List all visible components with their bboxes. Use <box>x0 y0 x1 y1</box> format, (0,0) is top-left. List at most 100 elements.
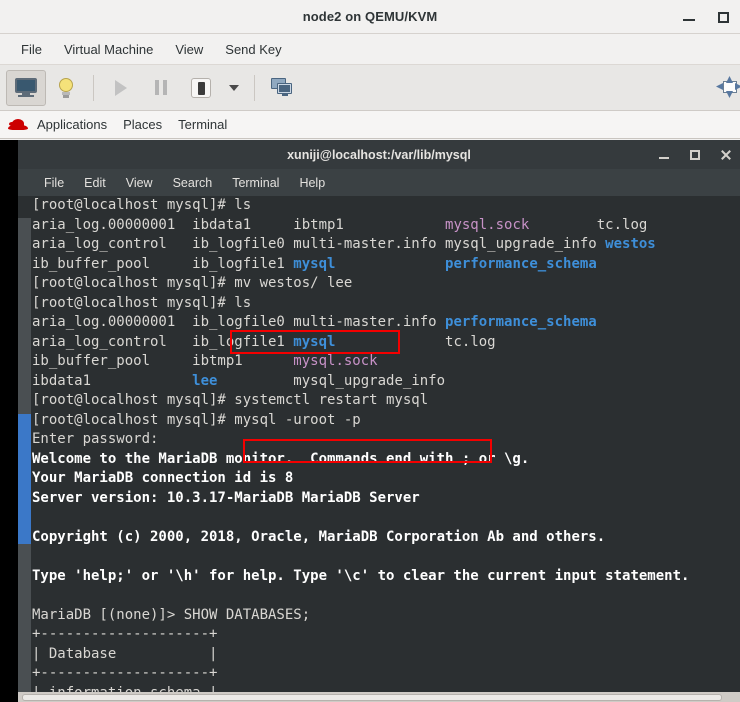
terminal-maximize-button[interactable] <box>687 147 703 163</box>
terminal-menu-terminal[interactable]: Terminal <box>222 173 289 193</box>
terminal-line: [root@localhost mysql]# mysql -uroot -p <box>32 411 740 431</box>
terminal-line: | information_schema | <box>32 684 740 693</box>
terminal-line: Your MariaDB connection id is 8 <box>32 469 740 489</box>
terminal-window-title: xuniji@localhost:/var/lib/mysql <box>287 147 471 162</box>
vm-menu-send-key[interactable]: Send Key <box>214 38 292 61</box>
toolbar-shutdown-button[interactable] <box>181 70 221 106</box>
toolbar-show-console-button[interactable] <box>6 69 46 106</box>
terminal-text-segment: tc.log <box>529 216 648 233</box>
terminal-line: Type 'help;' or '\h' for help. Type '\c'… <box>32 567 740 587</box>
gnome-terminal-window: xuniji@localhost:/var/lib/mysql File Edi… <box>18 140 740 692</box>
terminal-text-segment: westos <box>605 236 656 252</box>
panel-item-applications[interactable]: Applications <box>33 114 119 135</box>
terminal-line: MariaDB [(none)]> SHOW DATABASES; <box>32 606 740 626</box>
terminal-line: aria_log_control ib_logfile0 multi-maste… <box>32 235 740 255</box>
lightbulb-icon <box>58 77 74 98</box>
terminal-text-segment: [root@localhost mysql]# systemctl restar… <box>32 392 429 408</box>
terminal-horizontal-scrollbar[interactable] <box>18 692 740 702</box>
terminal-text-segment: Your MariaDB connection id is 8 <box>32 470 294 486</box>
toolbar-shutdown-menu-button[interactable] <box>221 70 247 106</box>
terminal-text-segment: aria_log_control ib_logfile1 <box>32 333 294 350</box>
terminal-menu-search[interactable]: Search <box>163 173 223 193</box>
terminal-text-segment: ibdata1 <box>32 372 193 389</box>
terminal-close-button[interactable] <box>718 147 734 163</box>
chevron-down-icon <box>229 84 239 91</box>
terminal-line: aria_log.00000001 ib_logfile0 multi-mast… <box>32 313 740 333</box>
vm-toolbar <box>0 65 740 111</box>
screenshot-root: node2 on QEMU/KVM File Virtual Machine V… <box>0 0 740 702</box>
toolbar-separator-2 <box>254 74 255 101</box>
terminal-line: ibdata1 lee mysql_upgrade_info <box>32 372 740 392</box>
terminal-line: aria_log_control ib_logfile1 mysql tc.lo… <box>32 333 740 353</box>
monitor-icon <box>15 78 37 97</box>
terminal-scrollbar[interactable] <box>18 196 31 692</box>
terminal-line: ib_buffer_pool ibtmp1 mysql.sock <box>32 352 740 372</box>
minimize-icon <box>683 18 695 21</box>
play-icon <box>113 79 129 96</box>
vm-menu-view[interactable]: View <box>164 38 214 61</box>
vm-minimize-button[interactable] <box>680 8 698 26</box>
terminal-text-segment: [root@localhost mysql]# ls <box>32 197 252 213</box>
gnome-top-panel: Applications Places Terminal <box>0 111 740 139</box>
horizontal-scrollbar-thumb[interactable] <box>22 694 722 701</box>
toolbar-snapshots-button[interactable] <box>262 70 302 106</box>
terminal-output-text: [root@localhost mysql]# ls aria_log.00000… <box>32 196 740 692</box>
terminal-text-segment: | Database | <box>32 645 218 662</box>
toolbar-show-details-button[interactable] <box>46 70 86 106</box>
terminal-titlebar: xuniji@localhost:/var/lib/mysql <box>18 140 740 169</box>
vm-menu-file[interactable]: File <box>10 38 53 61</box>
vm-menubar: File Virtual Machine View Send Key <box>0 34 740 65</box>
terminal-menu-help[interactable]: Help <box>289 173 335 193</box>
dual-monitor-icon <box>271 78 293 97</box>
toolbar-fullscreen-button[interactable] <box>716 76 740 100</box>
terminal-line: [root@localhost mysql]# systemctl restar… <box>32 391 740 411</box>
terminal-line: [root@localhost mysql]# mv westos/ lee <box>32 274 740 294</box>
terminal-text-segment: performance_schema <box>445 314 597 330</box>
terminal-text-segment: Type 'help;' or '\h' for help. Type '\c'… <box>32 567 690 584</box>
terminal-line: Copyright (c) 2000, 2018, Oracle, MariaD… <box>32 528 740 548</box>
terminal-minimize-button[interactable] <box>656 147 672 163</box>
terminal-text-segment: Welcome to the MariaDB monitor. Commands… <box>32 450 530 467</box>
terminal-text-segment: mysql.sock <box>293 353 378 369</box>
terminal-line: ib_buffer_pool ib_logfile1 mysql perform… <box>32 255 740 275</box>
terminal-line: [root@localhost mysql]# ls <box>32 294 740 314</box>
terminal-text-segment: [root@localhost mysql]# ls <box>32 294 252 311</box>
terminal-text-segment: +--------------------+ <box>32 626 218 642</box>
vm-titlebar: node2 on QEMU/KVM <box>0 0 740 34</box>
terminal-line: Enter password: <box>32 430 740 450</box>
vm-maximize-button[interactable] <box>714 8 732 26</box>
terminal-body: [root@localhost mysql]# ls aria_log.00000… <box>18 196 740 692</box>
vm-window-buttons <box>680 0 732 33</box>
terminal-line: +--------------------+ <box>32 664 740 684</box>
terminal-text-segment: aria_log.00000001 ibdata1 ibtmp1 <box>32 216 446 233</box>
terminal-text-segment: ib_buffer_pool ib_logfile1 <box>32 255 294 272</box>
terminal-menu-view[interactable]: View <box>116 173 163 193</box>
terminal-line: +--------------------+ <box>32 625 740 645</box>
terminal-window-buttons <box>656 140 734 169</box>
guest-desktop-left-edge <box>0 140 18 702</box>
toolbar-run-button[interactable] <box>101 70 141 106</box>
terminal-text-segment: lee <box>192 372 218 389</box>
terminal-text-segment: ib_buffer_pool ibtmp1 <box>32 353 294 369</box>
panel-item-places[interactable]: Places <box>119 114 174 135</box>
terminal-text-segment: tc.log <box>335 333 496 350</box>
terminal-text-segment: performance_schema <box>445 255 597 272</box>
terminal-text-segment: mysql <box>293 255 336 272</box>
terminal-line: [root@localhost mysql]# ls <box>32 196 740 216</box>
toolbar-pause-button[interactable] <box>141 70 181 106</box>
minimize-icon <box>659 156 669 159</box>
terminal-line: | Database | <box>32 645 740 665</box>
panel-item-terminal[interactable]: Terminal <box>174 114 239 135</box>
maximize-icon <box>718 11 729 23</box>
terminal-menu-file[interactable]: File <box>34 173 74 193</box>
maximize-icon <box>690 149 700 160</box>
terminal-menu-edit[interactable]: Edit <box>74 173 116 193</box>
vm-window-title: node2 on QEMU/KVM <box>302 9 438 24</box>
scrollbar-thumb[interactable] <box>18 414 31 544</box>
terminal-text-segment: aria_log_control ib_logfile0 multi-maste… <box>32 236 606 252</box>
terminal-text-segment: +--------------------+ <box>32 665 218 681</box>
vm-menu-virtual-machine[interactable]: Virtual Machine <box>53 38 164 61</box>
